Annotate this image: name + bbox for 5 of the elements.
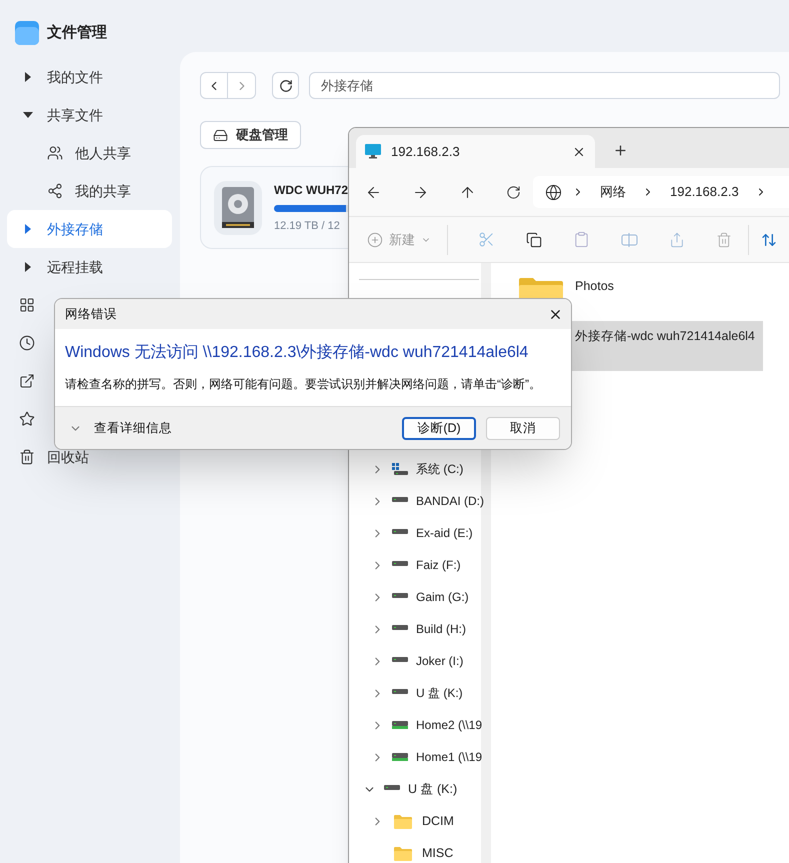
disk-name: WDC WUH72: [274, 182, 348, 199]
app-title: 文件管理: [47, 22, 107, 43]
disk-usage: 12.19 TB / 12: [274, 218, 341, 234]
dialog-title: 网络错误: [65, 306, 117, 323]
dialog-message: 请检查名称的拼写。否则，网络可能有问题。要尝试识别并解决网络问题，请单击“诊断”。: [65, 376, 542, 393]
